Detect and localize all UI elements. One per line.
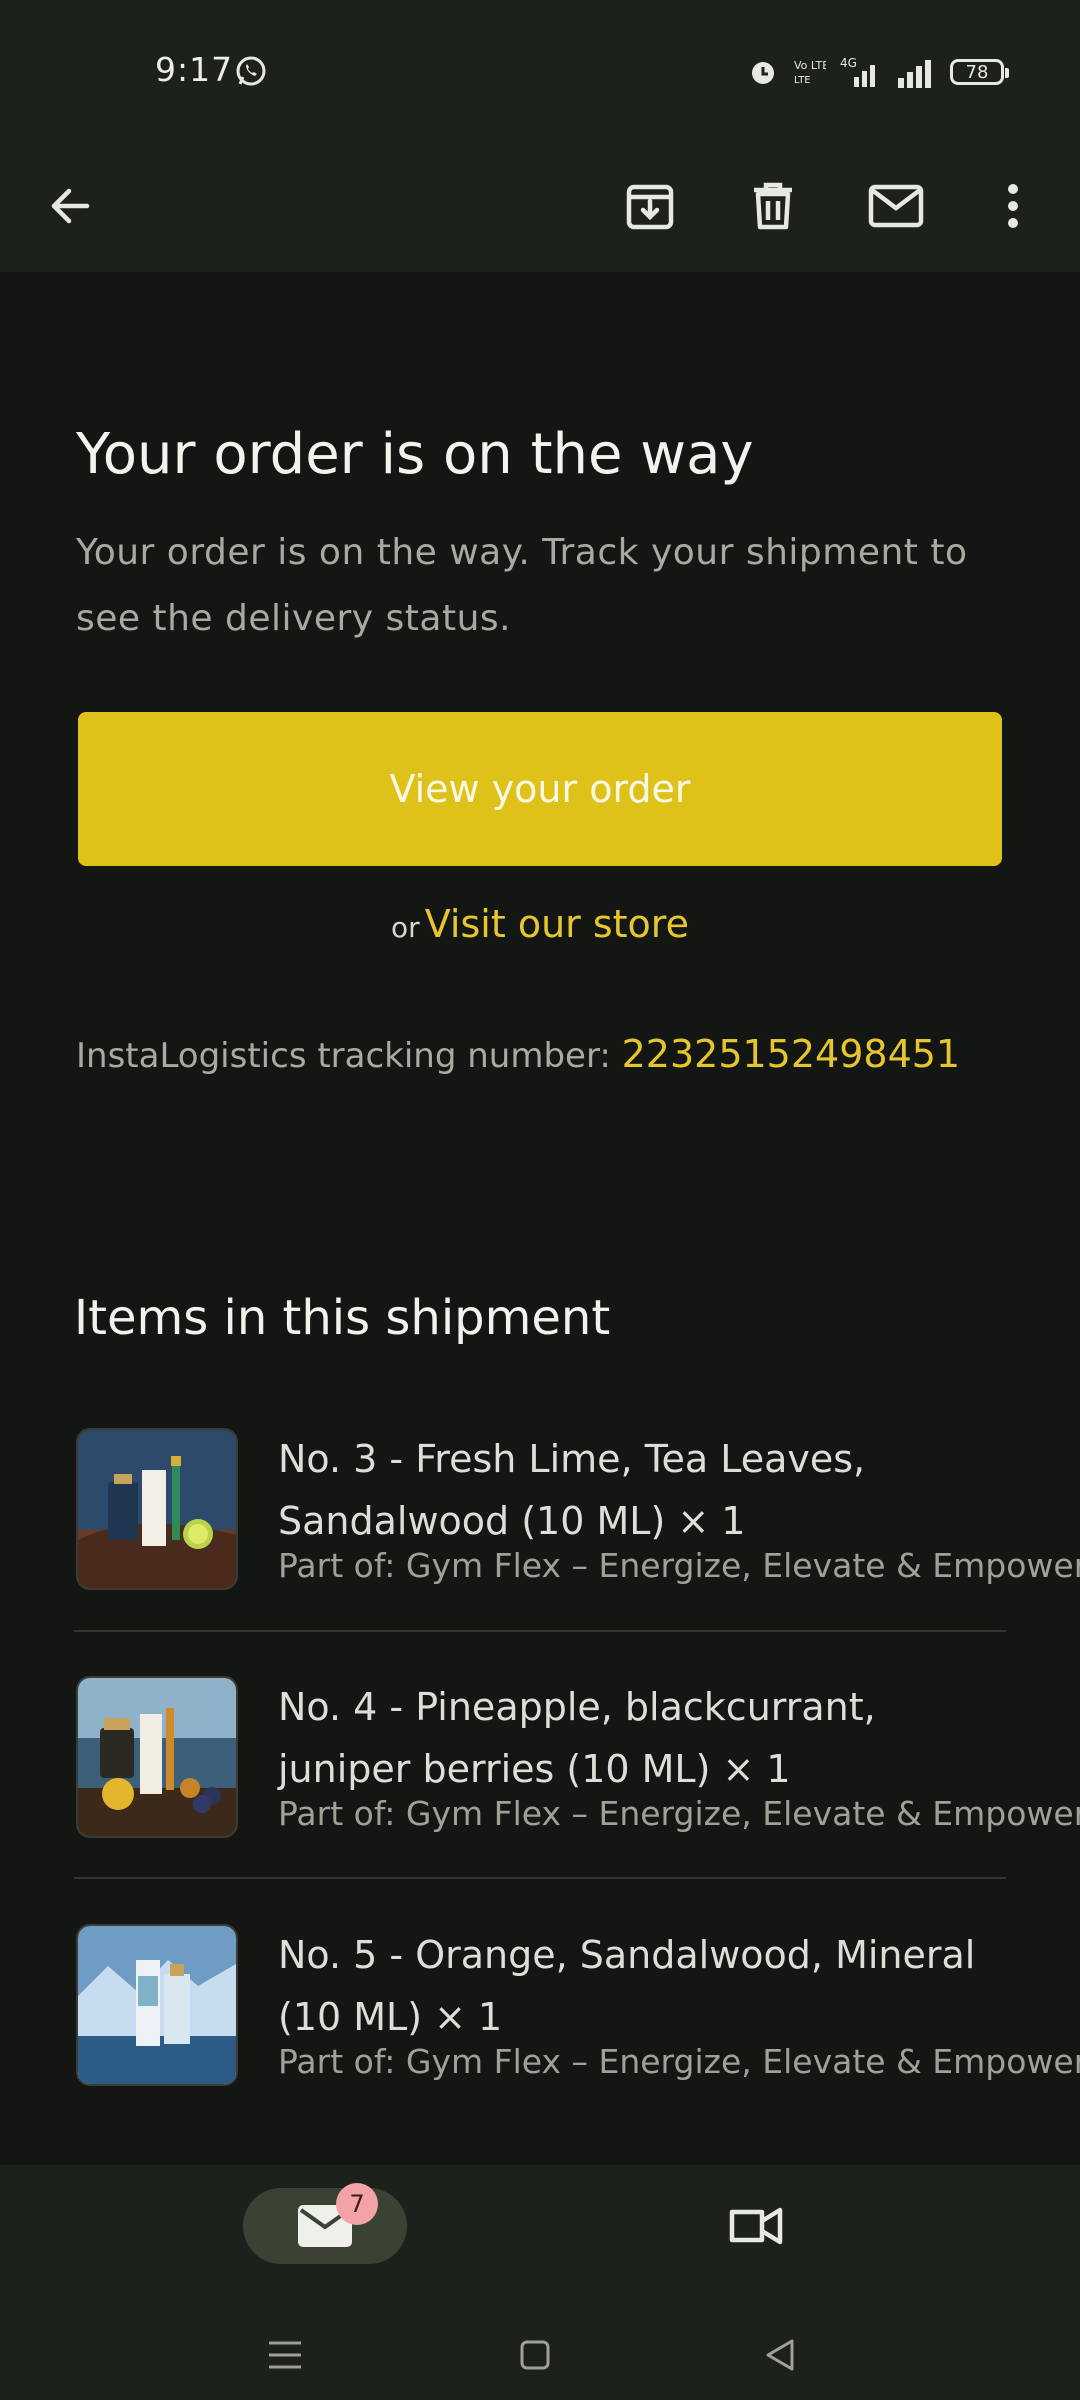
product-image — [76, 1676, 238, 1838]
email-body: Your order is on the way Your order is o… — [0, 272, 1080, 2165]
store-link-row: or Visit our store — [0, 902, 1080, 946]
items-heading: Items in this shipment — [74, 1290, 611, 1346]
signal-4g-icon: 4G — [840, 56, 875, 87]
email-subtitle: Your order is on the way. Track your shi… — [76, 532, 968, 639]
status-time: 9:17 — [155, 50, 234, 89]
shipment-item[interactable]: No. 4 - Pineapple, blackcurrant, juniper… — [76, 1676, 1080, 1876]
alarm-icon — [752, 62, 774, 84]
email-toolbar — [0, 140, 1080, 272]
item-bundle: Part of: Gym Flex – Energize, Elevate & … — [278, 2042, 1080, 2081]
status-bar: 9:17 Vo LTE LTE 4G 78 — [0, 0, 1080, 140]
meet-tab[interactable] — [716, 2188, 796, 2264]
battery-indicator: 78 — [950, 59, 1009, 85]
back-arrow-icon — [51, 188, 90, 224]
archive-icon — [626, 184, 674, 230]
mark-unread-icon — [868, 184, 924, 228]
product-image — [76, 1924, 238, 2086]
home-button[interactable] — [505, 2325, 565, 2385]
bottom-navigation: 7 — [0, 2165, 1080, 2400]
recent-apps-button[interactable] — [255, 2325, 315, 2385]
more-options-button[interactable] — [973, 166, 1053, 246]
svg-text:LTE: LTE — [794, 75, 811, 86]
video-camera-icon — [729, 2207, 783, 2245]
back-button[interactable] — [30, 166, 110, 246]
tracking-number-link[interactable]: 22325152498451 — [622, 1032, 960, 1076]
or-text: or — [391, 911, 420, 944]
view-order-button[interactable]: View your order — [78, 712, 1002, 866]
delete-icon — [754, 182, 792, 230]
more-vert-icon — [1008, 184, 1018, 228]
status-indicators: Vo LTE LTE 4G 78 — [748, 52, 1009, 92]
tracking-label: InstaLogistics tracking number: — [76, 1036, 611, 1076]
mail-tab[interactable] — [243, 2188, 407, 2264]
svg-text:Vo LTE: Vo LTE — [794, 59, 826, 72]
product-image — [76, 1428, 238, 1590]
system-back-button[interactable] — [750, 2325, 810, 2385]
unread-count-badge: 7 — [336, 2183, 378, 2225]
shipment-item[interactable]: No. 5 - Orange, Sandalwood, Mineral (10 … — [76, 1924, 1080, 2124]
whatsapp-icon — [236, 56, 266, 86]
shipment-item[interactable]: No. 3 - Fresh Lime, Tea Leaves, Sandalwo… — [76, 1428, 1080, 1628]
item-name: No. 4 - Pineapple, blackcurrant, juniper… — [278, 1685, 876, 1791]
item-name: No. 3 - Fresh Lime, Tea Leaves, Sandalwo… — [278, 1437, 866, 1543]
email-heading: Your order is on the way — [76, 422, 754, 487]
svg-text:4G: 4G — [840, 56, 857, 70]
delete-button[interactable] — [733, 166, 813, 246]
home-square-icon — [520, 2340, 550, 2370]
item-bundle: Part of: Gym Flex – Energize, Elevate & … — [278, 1546, 1080, 1585]
item-divider — [74, 1877, 1006, 1879]
back-triangle-icon — [766, 2339, 794, 2371]
item-bundle: Part of: Gym Flex – Energize, Elevate & … — [278, 1794, 1080, 1833]
archive-button[interactable] — [610, 166, 690, 246]
tracking-info: InstaLogistics tracking number: 22325152… — [76, 1032, 960, 1076]
signal-icon — [898, 60, 931, 88]
visit-store-link[interactable]: Visit our store — [425, 902, 689, 946]
mark-unread-button[interactable] — [856, 166, 936, 246]
volte-icon: Vo LTE LTE — [794, 59, 826, 86]
item-divider — [74, 1630, 1006, 1632]
item-name: No. 5 - Orange, Sandalwood, Mineral (10 … — [278, 1933, 976, 2039]
menu-icon — [269, 2341, 301, 2369]
